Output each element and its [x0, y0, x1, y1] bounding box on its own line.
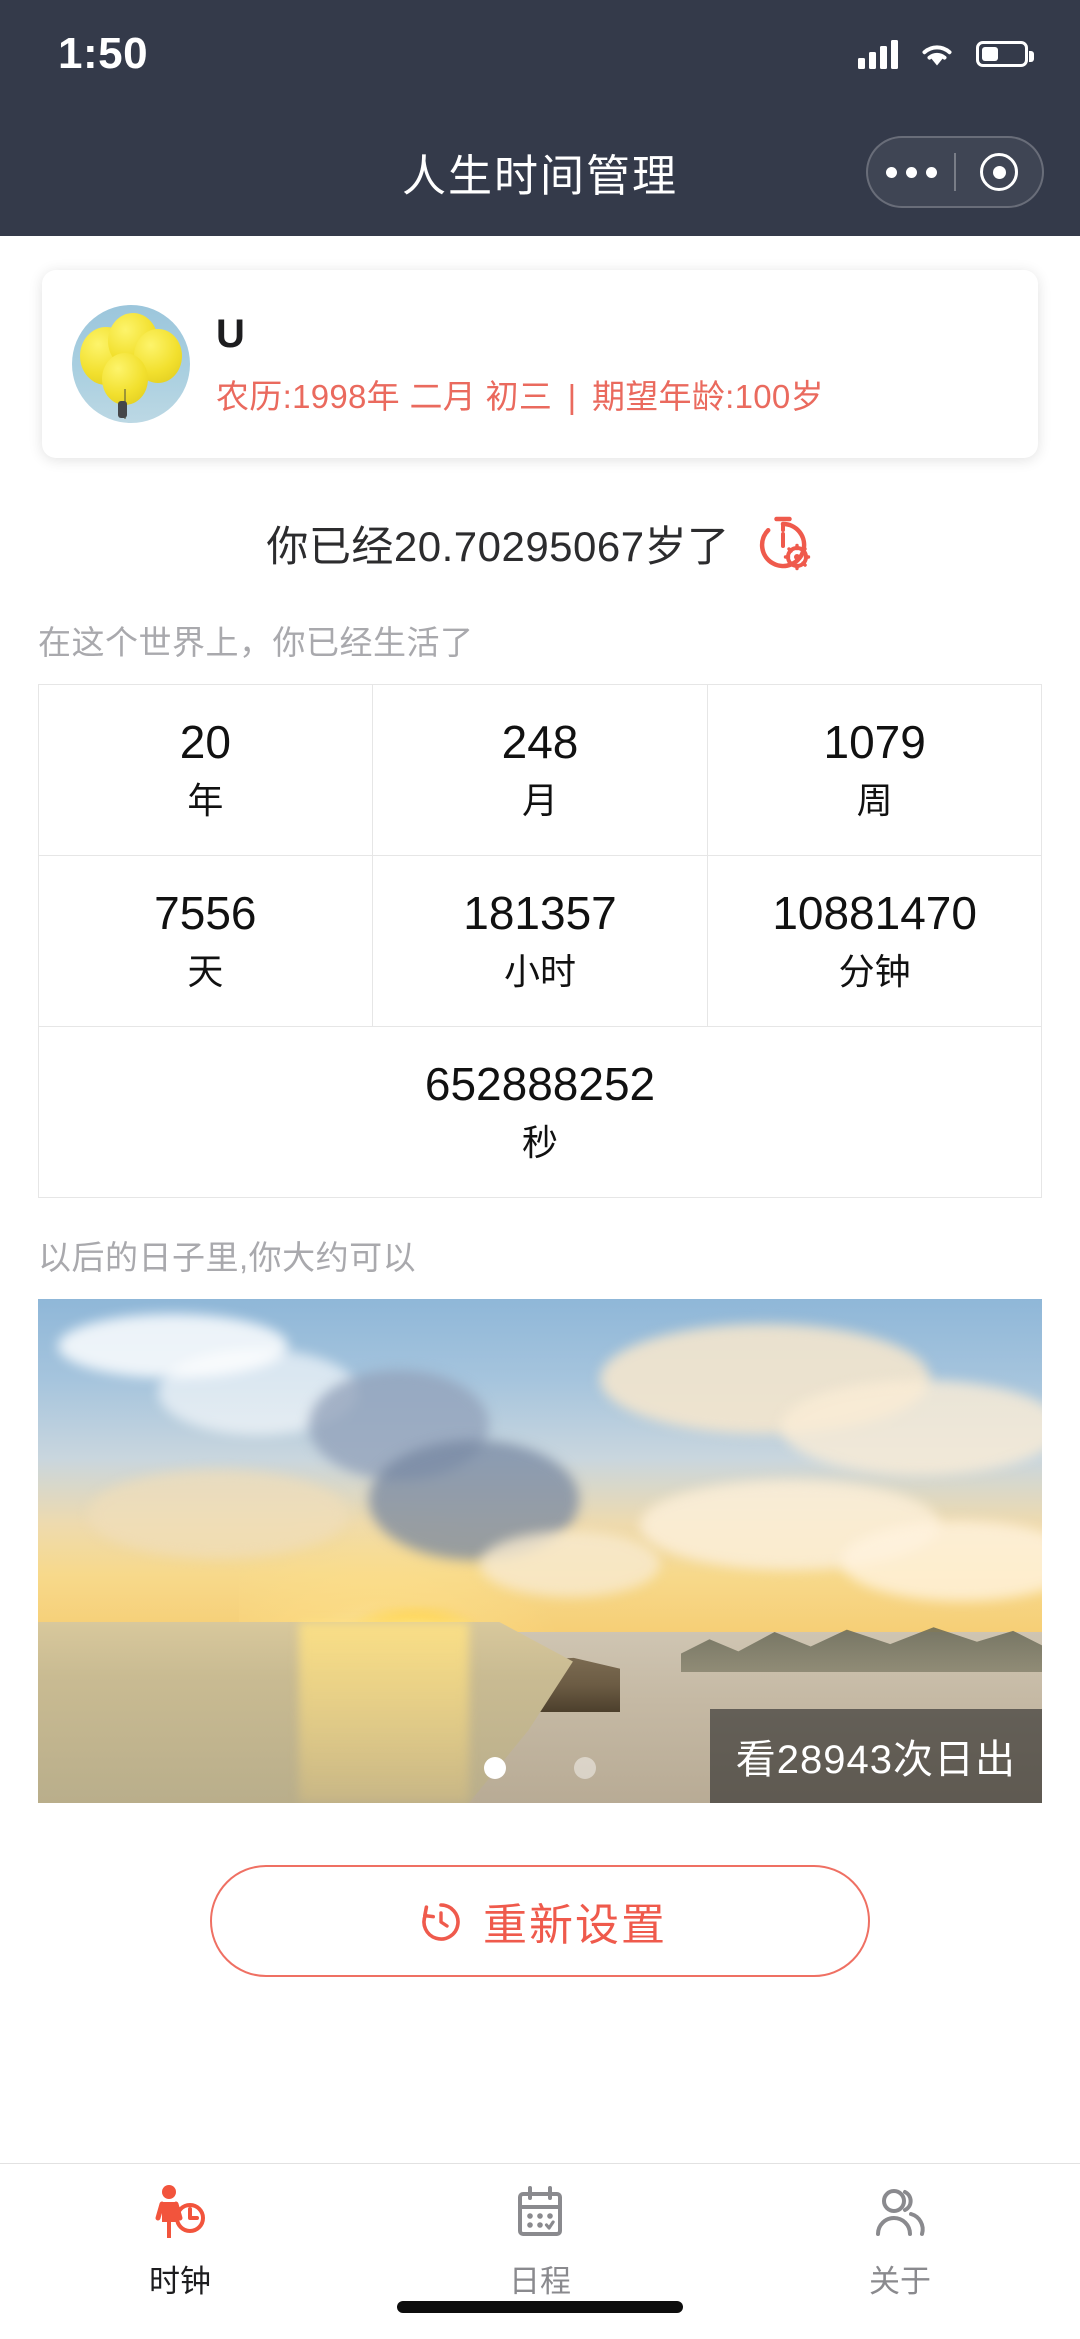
expected-age: 期望年龄:100岁 [591, 378, 824, 415]
reset-clock-icon [413, 1895, 465, 1947]
calendar-icon [518, 2186, 562, 2236]
age-headline: 你已经20.70295067岁了 [266, 522, 730, 570]
stat-value: 652888252 [424, 1058, 656, 1111]
meta-separator: | [567, 378, 577, 415]
tab-about[interactable]: 关于 [720, 2182, 1080, 2301]
stat-value: 7556 [154, 887, 257, 940]
stat-value: 181357 [463, 887, 617, 940]
status-bar: 1:50 [0, 0, 1080, 108]
tab-about-label: 关于 [869, 2264, 931, 2299]
more-dots-icon [885, 166, 937, 178]
people-icon [876, 2189, 925, 2236]
person-clock-icon [155, 2185, 205, 2238]
stat-cell: 1079 周 [706, 683, 1043, 856]
stat-cell: 7556 天 [37, 854, 374, 1027]
reset-button-row: 重新设置 [0, 1865, 1080, 1977]
photo-caption: 看28943次日出 [709, 1709, 1042, 1803]
tab-clock[interactable]: 时钟 [0, 2182, 360, 2301]
wechat-capsule[interactable] [866, 136, 1044, 208]
profile-name: U [216, 312, 245, 356]
page-title: 人生时间管理 [402, 152, 678, 201]
home-indicator [397, 2301, 683, 2313]
wifi-icon [922, 45, 952, 66]
sunrise-beach-photo[interactable]: 看28943次日出 [38, 1299, 1042, 1803]
carousel-dot[interactable] [574, 1757, 596, 1779]
stat-unit: 小时 [503, 950, 576, 992]
profile-card[interactable]: U 农历:1998年 二月 初三 | 期望年龄:100岁 [42, 270, 1038, 458]
stat-unit: 周 [856, 779, 893, 821]
profile-info: U 农历:1998年 二月 初三 | 期望年龄:100岁 [216, 310, 1008, 418]
reset-button-label: 重新设置 [483, 1901, 667, 1950]
capsule-more-button[interactable] [868, 166, 954, 178]
status-icons [858, 39, 1034, 69]
stat-value: 20 [179, 716, 231, 769]
tab-schedule-label: 日程 [509, 2264, 571, 2299]
top-bar: 1:50 人生时间管理 [0, 0, 1080, 236]
stopwatch-gear-icon[interactable] [752, 512, 814, 574]
carousel-dots[interactable] [484, 1757, 596, 1779]
reset-button[interactable]: 重新设置 [210, 1865, 870, 1977]
future-caption: 以后的日子里,你大约可以 [38, 1239, 417, 1276]
tab-schedule[interactable]: 日程 [360, 2182, 720, 2301]
battery-icon [976, 41, 1034, 67]
target-circle-icon [980, 153, 1018, 191]
age-headline-row: 你已经20.70295067岁了 [0, 512, 1080, 574]
lived-caption: 在这个世界上，你已经生活了 [38, 624, 474, 661]
stat-value: 248 [501, 716, 579, 769]
lived-stats-grid: 20 年 248 月 1079 周 7556 天 181357 小时 10881… [37, 683, 1043, 1198]
stat-cell: 10881470 分钟 [706, 854, 1043, 1027]
lunar-birthday: 农历:1998年 二月 初三 [216, 378, 553, 415]
profile-meta: 农历:1998年 二月 初三 | 期望年龄:100岁 [216, 370, 1008, 418]
nav-bar: 人生时间管理 [0, 108, 1080, 236]
app-screen: 1:50 人生时间管理 U 农历:1998年 二月 初三 | 期望年龄:100岁… [0, 0, 1080, 2339]
stat-unit: 分钟 [838, 950, 911, 992]
capsule-close-button[interactable] [956, 153, 1042, 191]
stat-unit: 秒 [521, 1121, 558, 1163]
stat-cell: 248 月 [372, 683, 708, 856]
carousel-dot[interactable] [484, 1757, 506, 1779]
stat-cell: 181357 小时 [372, 854, 708, 1027]
stat-value: 1079 [823, 716, 926, 769]
stat-cell: 652888252 秒 [37, 1025, 1043, 1198]
stat-unit: 月 [521, 779, 558, 821]
balloons-avatar [72, 305, 190, 423]
signal-bars-icon [858, 39, 898, 69]
tab-clock-label: 时钟 [149, 2264, 211, 2299]
stat-unit: 年 [187, 779, 224, 821]
stat-unit: 天 [187, 950, 224, 992]
status-time: 1:50 [58, 29, 149, 78]
stat-value: 10881470 [772, 887, 977, 940]
main-content: U 农历:1998年 二月 初三 | 期望年龄:100岁 你已经20.70295… [0, 236, 1080, 2163]
stat-cell: 20 年 [37, 683, 374, 856]
